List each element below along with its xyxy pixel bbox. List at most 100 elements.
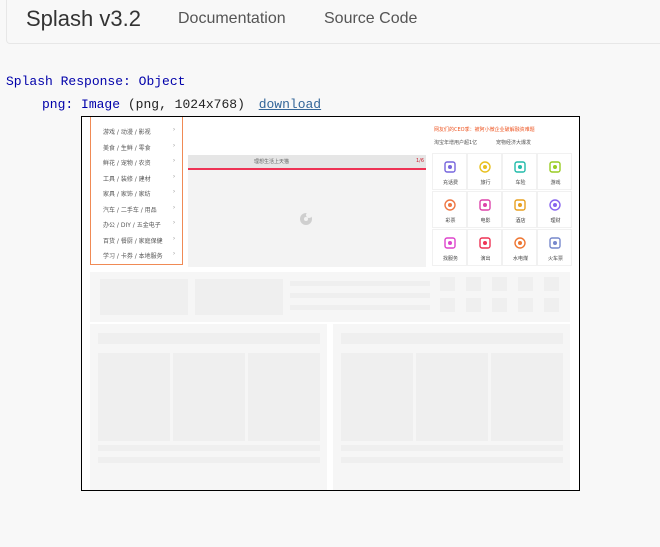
service-icon	[444, 161, 456, 173]
service-label: 演出	[480, 256, 491, 262]
png-key: png	[42, 97, 66, 112]
category-menu-item[interactable]: 百货 / 餐厨 / 家庭保健	[103, 236, 163, 245]
notice-sub-left[interactable]: 淘宝年增用户超1亿	[434, 139, 477, 146]
service-label: 水电煤	[512, 256, 528, 262]
category-menu-item[interactable]: 工具 / 装修 / 建材	[103, 174, 151, 183]
chevron-right-icon: ›	[173, 235, 175, 242]
chevron-right-icon: ›	[173, 173, 175, 180]
service-icon	[444, 237, 456, 249]
service-icon	[549, 161, 561, 173]
response-header-sep: :	[123, 74, 131, 89]
notice-text[interactable]: 网友们的CEO季：被阿小微企业破解融资难题	[434, 126, 535, 133]
service-icon	[444, 199, 456, 211]
service-item[interactable]: 水电煤	[502, 229, 537, 266]
service-icon	[549, 199, 561, 211]
placeholder-line	[98, 457, 320, 463]
placeholder-square	[440, 277, 455, 291]
placeholder-tile	[248, 353, 320, 441]
png-sep: :	[65, 97, 74, 112]
placeholder-block	[195, 279, 283, 315]
placeholder-square	[466, 298, 481, 312]
banner-bar	[188, 155, 426, 168]
category-menu-item[interactable]: 学习 / 卡券 / 本地服务	[103, 251, 163, 260]
category-menu: 游戏 / 动漫 / 影视 › 美食 / 生鲜 / 零食 › 鲜花 / 宠物 / 农资 › 工…	[90, 117, 183, 265]
png-type: Image	[81, 97, 121, 112]
response-header-key: Splash Response	[6, 74, 124, 89]
service-label: 游戏	[550, 180, 561, 186]
placeholder-line	[341, 445, 563, 451]
banner-page: 1/6	[415, 158, 424, 164]
chevron-right-icon: ›	[173, 204, 175, 211]
png-row: png: Image (png, 1024x768) download	[42, 97, 321, 112]
service-item[interactable]: 火车票	[537, 229, 572, 266]
category-menu-item[interactable]: 游戏 / 动漫 / 影视	[103, 127, 151, 136]
placeholder-square	[518, 277, 533, 291]
service-item[interactable]: 车险	[502, 153, 537, 190]
service-icon	[479, 237, 491, 249]
navbar: Splash v3.2 Documentation Source Code	[6, 0, 660, 44]
banner-line	[188, 168, 426, 170]
category-menu-item[interactable]: 家具 / 家饰 / 家纺	[103, 189, 151, 198]
placeholder-square	[544, 277, 559, 291]
placeholder-tile	[416, 353, 488, 441]
placeholder-square	[440, 298, 455, 312]
placeholder-line	[290, 305, 430, 310]
response-header-type: Object	[138, 74, 186, 89]
service-label: 旅行	[480, 180, 491, 186]
download-link[interactable]: download	[259, 97, 321, 112]
service-item[interactable]: 游戏	[537, 153, 572, 190]
service-label: 彩票	[445, 218, 456, 224]
brand-title[interactable]: Splash v3.2	[26, 6, 141, 32]
placeholder-header	[98, 333, 320, 344]
placeholder-square	[544, 298, 559, 312]
placeholder-block	[100, 279, 188, 315]
service-label: 车险	[515, 180, 526, 186]
service-icon	[479, 161, 491, 173]
placeholder-tile	[98, 353, 170, 441]
chevron-right-icon: ›	[173, 127, 175, 133]
service-icon	[549, 237, 561, 249]
service-icon	[514, 237, 526, 249]
placeholder-square	[492, 277, 507, 291]
response-header: Splash Response: Object	[6, 74, 185, 89]
category-menu-item[interactable]: 美食 / 生鲜 / 零食	[103, 143, 151, 152]
service-item[interactable]: 旅行	[467, 153, 502, 190]
nav-link-source-code[interactable]: Source Code	[324, 10, 417, 28]
service-item[interactable]: 找服务	[432, 229, 467, 266]
service-icon	[479, 199, 491, 211]
placeholder-line	[290, 293, 430, 298]
placeholder-line	[341, 457, 563, 463]
service-item[interactable]: 充话费	[432, 153, 467, 190]
service-item[interactable]: 演出	[467, 229, 502, 266]
category-menu-item[interactable]: 鲜花 / 宠物 / 农资	[103, 158, 151, 167]
service-item[interactable]: 理财	[537, 191, 572, 228]
placeholder-tile	[173, 353, 245, 441]
chevron-right-icon: ›	[173, 251, 175, 257]
chevron-right-icon: ›	[173, 158, 175, 164]
png-meta: (png, 1024x768)	[127, 97, 245, 112]
service-label: 电影	[480, 218, 491, 224]
service-item[interactable]: 酒店	[502, 191, 537, 228]
placeholder-tile	[341, 353, 413, 441]
placeholder-line	[290, 281, 430, 286]
service-label: 火车票	[547, 256, 563, 262]
placeholder-tile	[491, 353, 563, 441]
placeholder-square	[492, 298, 507, 312]
service-item[interactable]: 彩票	[432, 191, 467, 228]
service-label: 酒店	[515, 218, 526, 224]
service-label: 充话费	[442, 180, 458, 186]
category-menu-item[interactable]: 办公 / DIY / 五金电子	[103, 220, 161, 229]
service-label: 理财	[550, 218, 561, 224]
right-panel: 网友们的CEO季：被阿小微企业破解融资难题 淘宝年增用户超1亿 宠物经济大爆发 …	[430, 117, 572, 267]
category-menu-item[interactable]: 汽车 / 二手车 / 用品	[103, 205, 157, 214]
service-item[interactable]: 电影	[467, 191, 502, 228]
chevron-right-icon: ›	[173, 142, 175, 149]
nav-link-documentation[interactable]: Documentation	[178, 10, 286, 28]
placeholder-line	[98, 445, 320, 451]
chevron-right-icon: ›	[173, 189, 175, 195]
placeholder-header	[341, 333, 563, 344]
loading-icon	[300, 212, 312, 225]
banner: 理想生活上天猫 1/6	[188, 155, 426, 267]
chevron-right-icon: ›	[173, 220, 175, 226]
notice-sub-right[interactable]: 宠物经济大爆发	[496, 139, 531, 146]
